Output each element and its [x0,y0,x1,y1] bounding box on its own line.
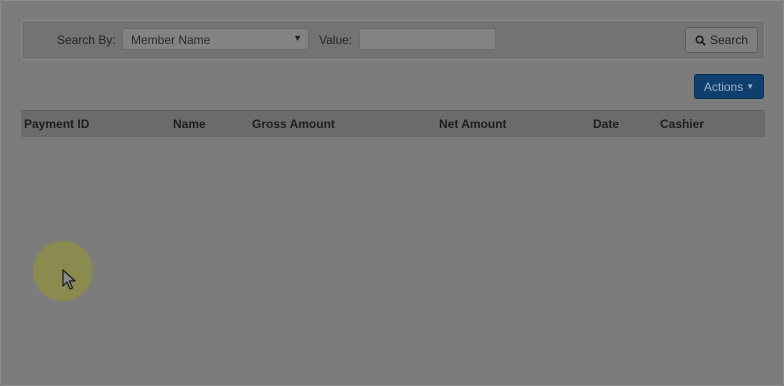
search-field-value: Member Name [131,33,211,47]
chevron-down-icon: ▼ [293,33,302,43]
table-header: Payment ID Name Gross Amount Net Amount … [21,110,765,137]
column-header-net-amount[interactable]: Net Amount [439,117,507,131]
column-header-gross-amount[interactable]: Gross Amount [252,117,335,131]
search-field-select[interactable]: Member Name ▼ [122,28,309,50]
column-header-date[interactable]: Date [593,117,619,131]
actions-button[interactable]: Actions ▼ [694,74,764,99]
column-header-payment-id[interactable]: Payment ID [24,117,89,131]
search-button[interactable]: Search [685,27,758,53]
value-label: Value: [319,33,353,47]
column-header-cashier[interactable]: Cashier [660,117,704,131]
mouse-pointer-icon [62,269,76,290]
value-input[interactable] [359,28,496,50]
search-icon [695,34,706,46]
search-button-label: Search [709,33,749,47]
search-panel: Search By: Member Name ▼ Value: Search [21,20,765,60]
column-header-name[interactable]: Name [173,117,206,131]
payments-panel: Search By: Member Name ▼ Value: Search A… [0,0,784,386]
search-by-label: Search By: [57,33,116,47]
chevron-down-icon: ▼ [746,82,755,91]
actions-button-label: Actions [703,79,744,94]
